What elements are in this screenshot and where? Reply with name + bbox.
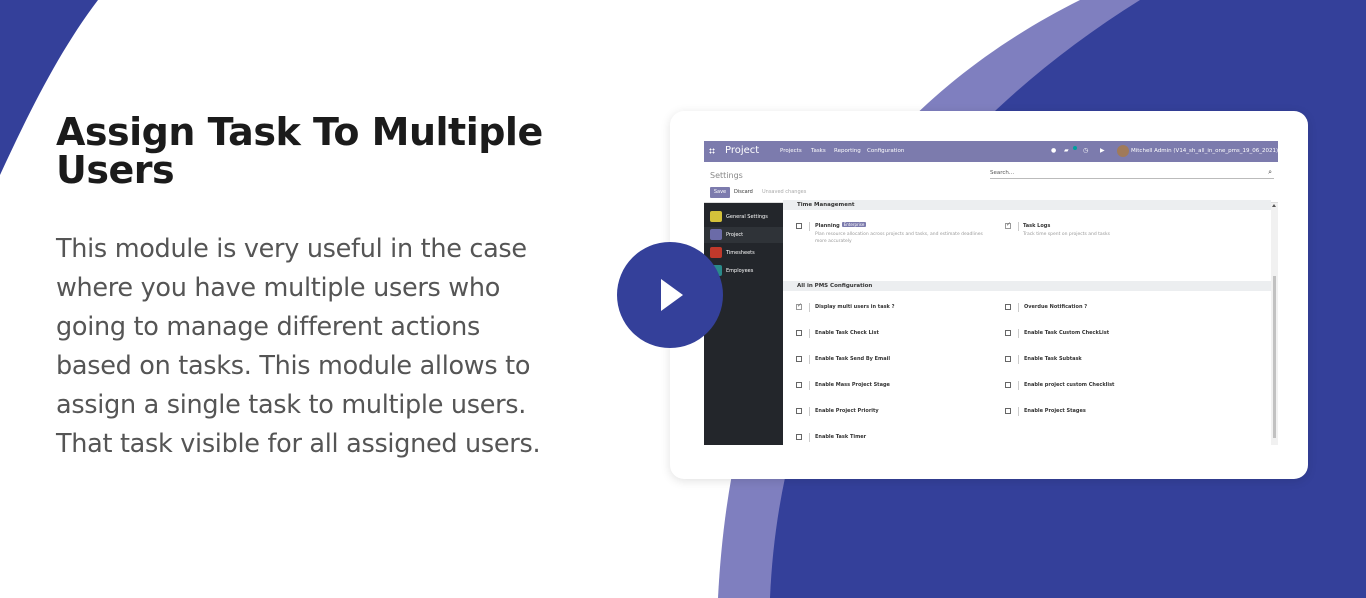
sidebar-item-label: General Settings — [726, 214, 768, 220]
divider — [1018, 222, 1019, 231]
scrollbar[interactable] — [1271, 203, 1278, 445]
project-app-icon — [710, 229, 722, 240]
menu-tasks[interactable]: Tasks — [811, 147, 826, 155]
task-logs-checkbox[interactable] — [1005, 221, 1011, 229]
description-line: based on tasks. This module allows to — [56, 351, 531, 381]
menu-projects[interactable]: Projects — [780, 147, 802, 155]
save-button[interactable]: Save — [710, 187, 730, 198]
divider — [1018, 329, 1019, 338]
search-input[interactable] — [990, 167, 1260, 178]
divider — [809, 381, 810, 390]
sidebar-item-label: Employees — [726, 268, 754, 274]
divider — [1018, 303, 1019, 312]
unsaved-changes-label: Unsaved changes — [762, 189, 807, 195]
planning-label-text: Planning — [815, 223, 840, 229]
right-checkbox[interactable] — [1005, 408, 1011, 414]
app-brand[interactable]: Project — [725, 144, 759, 158]
play-button[interactable] — [617, 242, 723, 348]
left-option-label: Enable Task Check List — [815, 330, 879, 336]
right-checkbox[interactable] — [1005, 330, 1011, 336]
avatar[interactable] — [1117, 145, 1129, 157]
description-line: going to manage different actions — [56, 312, 480, 342]
divider — [1018, 355, 1019, 364]
description-line: where you have multiple users who — [56, 273, 501, 303]
play-timer-icon[interactable]: ▶ — [1100, 147, 1105, 155]
sidebar-item-label: Project — [726, 232, 744, 238]
clock-icon[interactable]: ◷ — [1083, 147, 1088, 155]
menu-configuration[interactable]: Configuration — [867, 147, 904, 155]
divider — [809, 329, 810, 338]
task-logs-label: Task Logs — [1023, 223, 1051, 229]
right-checkbox[interactable] — [1005, 304, 1011, 310]
app-screenshot: Project Projects Tasks Reporting Configu… — [704, 141, 1278, 445]
control-panel-title: Settings — [710, 171, 743, 180]
description-line: assign a single task to multiple users. — [56, 390, 527, 420]
task-logs-description: Track time spent on projects and tasks — [1023, 232, 1110, 237]
search-box: ⌕ — [990, 167, 1274, 179]
divider — [809, 222, 810, 231]
sidebar-item-label: Timesheets — [726, 250, 755, 256]
planning-checkbox[interactable] — [796, 223, 802, 229]
sidebar-item-project[interactable]: Project — [704, 227, 783, 243]
settings-app-icon — [710, 211, 722, 222]
left-option-label: Enable Task Send By Email — [815, 356, 891, 362]
discard-button[interactable]: Discard — [734, 187, 753, 198]
planning-description: Plan resource allocation across projects… — [815, 232, 983, 244]
divider — [1018, 407, 1019, 416]
scroll-up-arrow-icon[interactable] — [1272, 204, 1276, 207]
settings-content: Time Management Planning Enterprise Plan … — [783, 200, 1278, 445]
left-checkbox[interactable] — [796, 408, 802, 414]
left-option-label: Enable Task Timer — [815, 434, 867, 440]
chat-icon[interactable]: ▰ — [1064, 147, 1069, 155]
scrollbar-thumb[interactable] — [1273, 276, 1276, 438]
left-option-label: Display multi users in task ? — [815, 304, 895, 310]
sidebar-item-general-settings[interactable]: General Settings — [704, 209, 783, 225]
left-checkbox[interactable] — [796, 330, 802, 336]
right-checkbox[interactable] — [1005, 382, 1011, 388]
right-option-label: Enable project custom Checklist — [1024, 382, 1115, 388]
planning-label: Planning Enterprise — [815, 222, 867, 230]
notification-badge — [1073, 146, 1077, 150]
divider — [809, 303, 810, 312]
right-checkbox[interactable] — [1005, 356, 1011, 362]
apps-grid-icon[interactable] — [709, 148, 715, 154]
settings-sidebar: General Settings Project Timesheets Empl… — [704, 203, 783, 445]
title-line-2: Users — [56, 148, 175, 192]
play-icon — [661, 279, 683, 311]
left-checkbox[interactable] — [796, 382, 802, 388]
section-heading-time-management: Time Management — [783, 200, 1271, 210]
divider — [809, 433, 810, 442]
description: This module is very useful in the case w… — [56, 230, 616, 464]
timesheets-app-icon — [710, 247, 722, 258]
left-checkbox[interactable] — [796, 434, 802, 440]
divider — [1018, 381, 1019, 390]
right-option-label: Enable Task Custom CheckList — [1024, 330, 1110, 336]
enterprise-badge: Enterprise — [841, 222, 867, 227]
left-option-label: Enable Project Priority — [815, 408, 879, 414]
lock-icon[interactable]: ● — [1051, 147, 1056, 155]
right-option-label: Overdue Notification ? — [1024, 304, 1088, 310]
title-line-1: Assign Task To Multiple — [56, 110, 543, 154]
description-line: This module is very useful in the case — [56, 234, 527, 264]
divider — [809, 407, 810, 416]
top-navbar: Project Projects Tasks Reporting Configu… — [704, 141, 1278, 162]
left-option-label: Enable Mass Project Stage — [815, 382, 890, 388]
user-menu[interactable]: Mitchell Admin (V14_sh_all_in_one_pms_19… — [1131, 147, 1278, 155]
right-option-label: Enable Task Subtask — [1024, 356, 1082, 362]
description-line: That task visible for all assigned users… — [56, 429, 541, 459]
divider — [809, 355, 810, 364]
menu-reporting[interactable]: Reporting — [834, 147, 861, 155]
right-option-label: Enable Project Stages — [1024, 408, 1086, 414]
left-checkbox[interactable] — [796, 302, 802, 310]
pms-heading: All in PMS Configuration — [783, 281, 1271, 291]
search-icon[interactable]: ⌕ — [1268, 168, 1272, 177]
sidebar-item-timesheets[interactable]: Timesheets — [704, 245, 783, 261]
page-title: Assign Task To Multiple Users — [56, 113, 616, 189]
left-checkbox[interactable] — [796, 356, 802, 362]
